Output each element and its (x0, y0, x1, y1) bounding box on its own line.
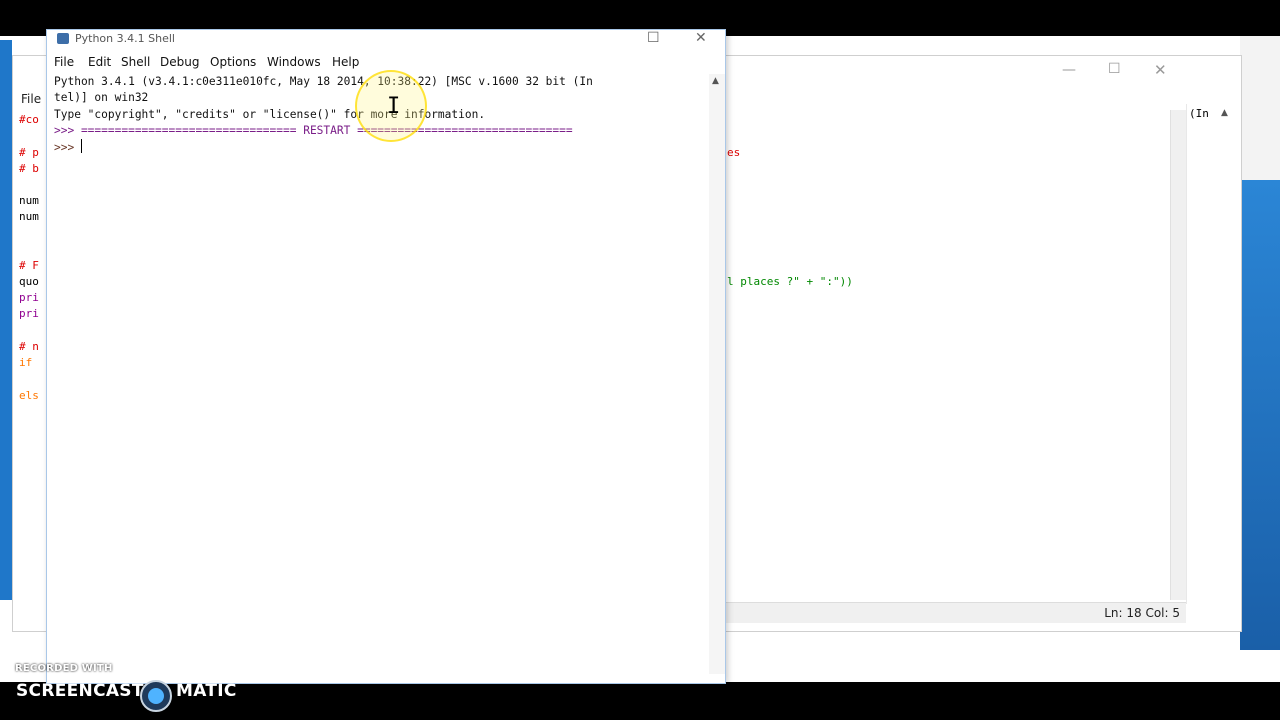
editor-code-line: # b (19, 162, 39, 175)
editor-code-line: # F (19, 259, 39, 272)
close-icon[interactable]: ✕ (1154, 61, 1167, 79)
desktop-wallpaper-right (1240, 180, 1280, 650)
shell-scrollbar[interactable]: ▲ (709, 74, 725, 674)
editor-code-line: es (727, 146, 741, 159)
editor-code-line: if (19, 356, 33, 369)
scroll-up-icon[interactable]: ▲ (1221, 108, 1228, 118)
desktop-wallpaper-left (0, 40, 12, 600)
python-shell-window[interactable]: Python 3.4.1 Shell ☐ ✕ File Edit Shell D… (46, 29, 726, 684)
shell-output[interactable]: Python 3.4.1 (v3.4.1:c0e311e010fc, May 1… (54, 74, 704, 674)
text-cursor (80, 139, 82, 154)
editor-code-line: #co (19, 113, 39, 126)
editor-code-line: l places ?" + ":")) (727, 275, 853, 288)
screencast-logo-center (148, 688, 164, 704)
right-header-text: (In (1189, 107, 1209, 120)
menu-edit[interactable]: Edit (88, 55, 111, 69)
editor-code-line: # n (19, 340, 39, 353)
menu-shell[interactable]: Shell (121, 55, 150, 69)
ibeam-cursor-icon: I (387, 94, 401, 119)
watermark-brand-right: MATIC (176, 681, 237, 701)
menu-options[interactable]: Options (210, 55, 256, 69)
editor-code-line: pri (19, 291, 39, 304)
editor-code-line: els (19, 389, 39, 402)
third-window-edge: (In ▲ (1186, 104, 1237, 604)
editor-code-line: num (19, 210, 39, 223)
shell-titlebar[interactable]: Python 3.4.1 Shell ☐ ✕ (47, 30, 725, 48)
menu-file[interactable]: File (54, 55, 74, 69)
menu-debug[interactable]: Debug (160, 55, 199, 69)
shell-title: Python 3.4.1 Shell (75, 32, 175, 45)
watermark-recorded: RECORDED WITH (15, 663, 113, 674)
editor-scrollbar[interactable] (1170, 110, 1187, 600)
cursor-position: Ln: 18 Col: 5 (1104, 606, 1180, 620)
editor-code-line: quo (19, 275, 39, 288)
close-icon[interactable]: ✕ (695, 30, 707, 46)
watermark-brand-left: SCREENCAST (16, 681, 144, 701)
editor-code-line: # p (19, 146, 39, 159)
desktop-wallpaper-top-right (1240, 36, 1280, 181)
python-icon (57, 33, 69, 44)
maximize-icon[interactable]: ☐ (647, 30, 660, 46)
menu-windows[interactable]: Windows (267, 55, 321, 69)
prompt-line[interactable]: >>> (54, 139, 704, 156)
menu-help[interactable]: Help (332, 55, 359, 69)
scroll-up-icon[interactable]: ▲ (712, 76, 719, 86)
second-window-titlebar[interactable]: — ☐ ✕ (712, 58, 1186, 88)
prompt: >>> (54, 141, 81, 155)
maximize-icon[interactable]: ☐ (1108, 61, 1121, 77)
editor-code-line: pri (19, 307, 39, 320)
editor-code-line: num (19, 194, 39, 207)
editor-statusbar: Ln: 18 Col: 5 (712, 602, 1186, 623)
editor-menu-file[interactable]: File (21, 92, 41, 106)
minimize-icon[interactable]: — (1062, 62, 1076, 78)
